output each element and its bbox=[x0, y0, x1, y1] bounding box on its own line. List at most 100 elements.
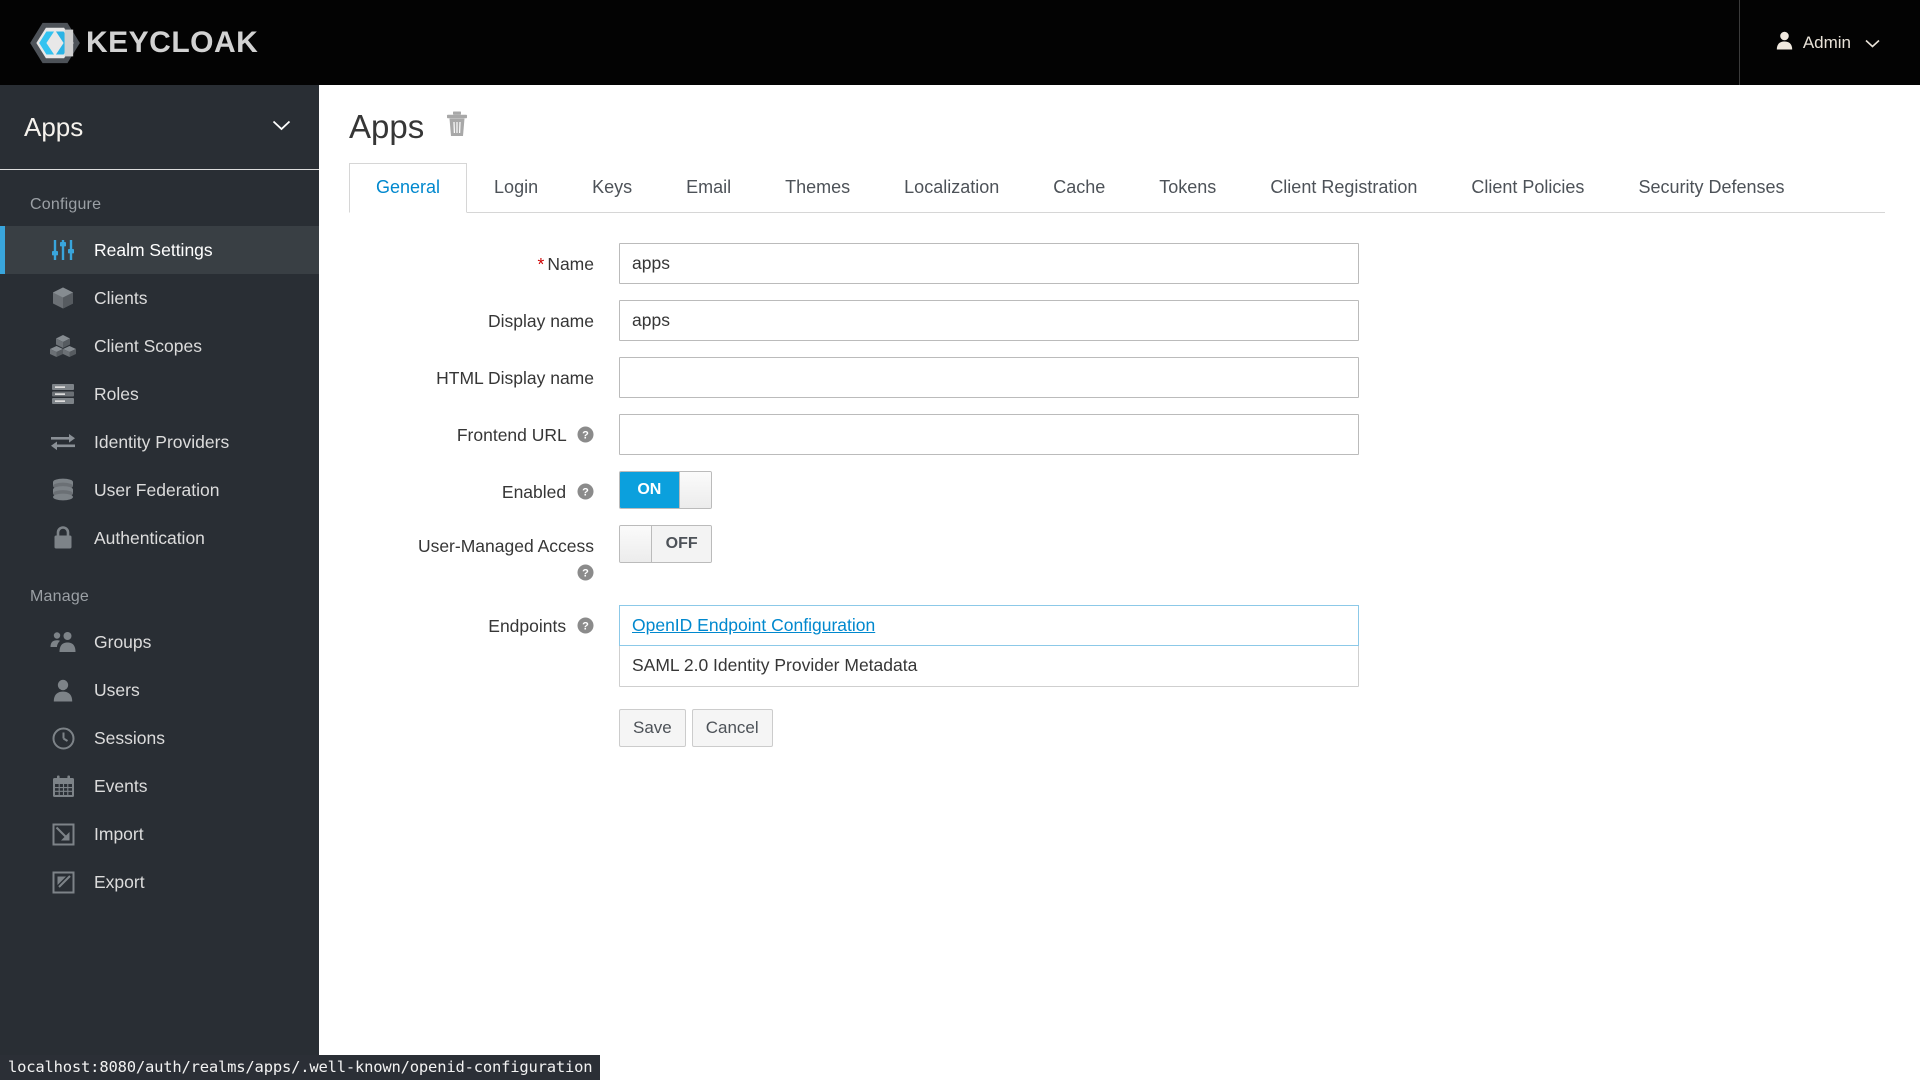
sidebar: Apps Configure Realm Settings Clients Cl… bbox=[0, 85, 319, 1080]
cancel-button[interactable]: Cancel bbox=[691, 708, 773, 747]
sidebar-item-import[interactable]: Import bbox=[0, 810, 319, 858]
user-managed-access-toggle[interactable]: OFF bbox=[619, 525, 712, 563]
endpoints-list: OpenID Endpoint Configuration SAML 2.0 I… bbox=[619, 604, 1359, 687]
users-icon bbox=[50, 629, 76, 655]
field-user-managed-access: OFF bbox=[619, 525, 712, 567]
tab-keys[interactable]: Keys bbox=[565, 163, 659, 213]
tab-tokens[interactable]: Tokens bbox=[1132, 163, 1243, 213]
sidebar-item-label: Realm Settings bbox=[94, 239, 213, 260]
save-button[interactable]: Save bbox=[619, 708, 686, 747]
tab-security-defenses[interactable]: Security Defenses bbox=[1611, 163, 1811, 213]
label-frontend-url: Frontend URL ? bbox=[349, 414, 619, 450]
tab-localization[interactable]: Localization bbox=[877, 163, 1026, 213]
brand-text: KEYCLOAK bbox=[86, 25, 259, 59]
tab-login[interactable]: Login bbox=[467, 163, 565, 213]
status-bar-url: localhost:8080/auth/realms/apps/.well-kn… bbox=[0, 1055, 601, 1080]
endpoint-openid-item[interactable]: OpenID Endpoint Configuration bbox=[619, 604, 1359, 646]
import-arrow-icon bbox=[50, 821, 76, 847]
label-name-text: Name bbox=[547, 254, 594, 274]
form-row-frontend-url: Frontend URL ? bbox=[349, 414, 1920, 455]
sidebar-item-authentication[interactable]: Authentication bbox=[0, 514, 319, 562]
sidebar-item-export[interactable]: Export bbox=[0, 858, 319, 906]
help-circle-icon[interactable]: ? bbox=[577, 616, 594, 641]
frontend-url-input[interactable] bbox=[619, 414, 1359, 455]
label-html-display-name: HTML Display name bbox=[436, 368, 594, 388]
sidebar-item-label: Roles bbox=[94, 383, 139, 404]
sidebar-item-identity-providers[interactable]: Identity Providers bbox=[0, 418, 319, 466]
sidebar-item-label: Events bbox=[94, 775, 148, 796]
realm-settings-tabs: General Login Keys Email Themes Localiza… bbox=[349, 163, 1885, 213]
field-display-name bbox=[619, 300, 1359, 341]
field-frontend-url bbox=[619, 414, 1359, 455]
svg-text:?: ? bbox=[582, 430, 589, 442]
field-name bbox=[619, 243, 1359, 284]
html-display-name-input[interactable] bbox=[619, 357, 1359, 398]
sidebar-item-label: Groups bbox=[94, 631, 152, 652]
help-circle-icon[interactable]: ? bbox=[577, 425, 594, 450]
clock-icon bbox=[50, 725, 76, 751]
form-row-user-managed-access: User-Managed Access ? OFF bbox=[349, 525, 1920, 589]
endpoint-saml-item[interactable]: SAML 2.0 Identity Provider Metadata bbox=[620, 646, 1358, 686]
brand[interactable]: KEYCLOAK bbox=[30, 16, 258, 70]
calendar-icon bbox=[50, 773, 76, 799]
tab-email[interactable]: Email bbox=[659, 163, 758, 213]
database-icon bbox=[50, 477, 76, 503]
tab-client-policies[interactable]: Client Policies bbox=[1444, 163, 1611, 213]
delete-realm-button[interactable] bbox=[446, 111, 468, 142]
name-input[interactable] bbox=[619, 243, 1359, 284]
sidebar-item-label: Sessions bbox=[94, 727, 166, 748]
label-user-managed-access: User-Managed Access ? bbox=[349, 525, 619, 589]
sliders-icon bbox=[50, 237, 76, 263]
tab-cache[interactable]: Cache bbox=[1026, 163, 1132, 213]
saml-metadata-link[interactable]: SAML 2.0 Identity Provider Metadata bbox=[632, 655, 917, 676]
masthead: KEYCLOAK Admin bbox=[0, 0, 1920, 85]
sidebar-item-realm-settings[interactable]: Realm Settings bbox=[0, 226, 319, 274]
sidebar-item-events[interactable]: Events bbox=[0, 762, 319, 810]
tabs-container: General Login Keys Email Themes Localiza… bbox=[349, 163, 1920, 213]
uma-toggle-knob bbox=[620, 526, 653, 562]
uma-toggle-state: OFF bbox=[652, 526, 711, 562]
sidebar-item-sessions[interactable]: Sessions bbox=[0, 714, 319, 762]
main-content: Apps General Login Keys Email Themes Loc… bbox=[319, 85, 1920, 1080]
enabled-toggle[interactable]: ON bbox=[619, 471, 712, 509]
tab-client-registration[interactable]: Client Registration bbox=[1243, 163, 1444, 213]
tab-themes[interactable]: Themes bbox=[758, 163, 877, 213]
sidebar-item-groups[interactable]: Groups bbox=[0, 618, 319, 666]
user-icon bbox=[1776, 31, 1793, 55]
realm-selector[interactable]: Apps bbox=[0, 85, 319, 170]
page-title: Apps bbox=[349, 108, 425, 145]
sidebar-item-label: Client Scopes bbox=[94, 335, 202, 356]
chevron-down-icon[interactable] bbox=[1865, 33, 1880, 53]
sidebar-item-users[interactable]: Users bbox=[0, 666, 319, 714]
help-circle-icon[interactable]: ? bbox=[355, 563, 594, 588]
openid-endpoint-configuration-link[interactable]: OpenID Endpoint Configuration bbox=[632, 615, 875, 636]
chevron-down-icon[interactable] bbox=[272, 118, 291, 136]
user-icon bbox=[50, 677, 76, 703]
sidebar-item-client-scopes[interactable]: Client Scopes bbox=[0, 322, 319, 370]
label-display-name: Display name bbox=[487, 311, 594, 331]
field-html-display-name bbox=[619, 357, 1359, 398]
svg-text:?: ? bbox=[582, 568, 589, 580]
keycloak-admin-console: KEYCLOAK Admin Apps Configure Realm Sett… bbox=[0, 0, 1920, 1080]
export-arrow-icon bbox=[50, 869, 76, 895]
form-actions: Save Cancel bbox=[619, 708, 1359, 747]
exchange-arrows-icon bbox=[50, 429, 76, 455]
label-endpoints: Endpoints ? bbox=[349, 605, 619, 641]
enabled-toggle-knob bbox=[678, 472, 711, 508]
label-enabled: Enabled ? bbox=[349, 471, 619, 507]
form-row-html-display-name: HTML Display name bbox=[349, 357, 1920, 398]
user-dropdown[interactable]: Admin bbox=[1776, 31, 1880, 55]
display-name-input[interactable] bbox=[619, 300, 1359, 341]
sidebar-item-roles[interactable]: Roles bbox=[0, 370, 319, 418]
sidebar-item-user-federation[interactable]: User Federation bbox=[0, 466, 319, 514]
help-circle-icon[interactable]: ? bbox=[577, 482, 594, 507]
sidebar-item-label: Identity Providers bbox=[94, 431, 230, 452]
svg-text:?: ? bbox=[582, 487, 589, 499]
sidebar-item-clients[interactable]: Clients bbox=[0, 274, 319, 322]
user-label: Admin bbox=[1802, 32, 1851, 52]
trash-icon bbox=[446, 111, 468, 142]
realm-general-form: *Name Display name HTML Display name bbox=[319, 243, 1920, 747]
tab-general[interactable]: General bbox=[349, 163, 468, 213]
enabled-toggle-state: ON bbox=[620, 472, 679, 508]
form-row-display-name: Display name bbox=[349, 300, 1920, 341]
